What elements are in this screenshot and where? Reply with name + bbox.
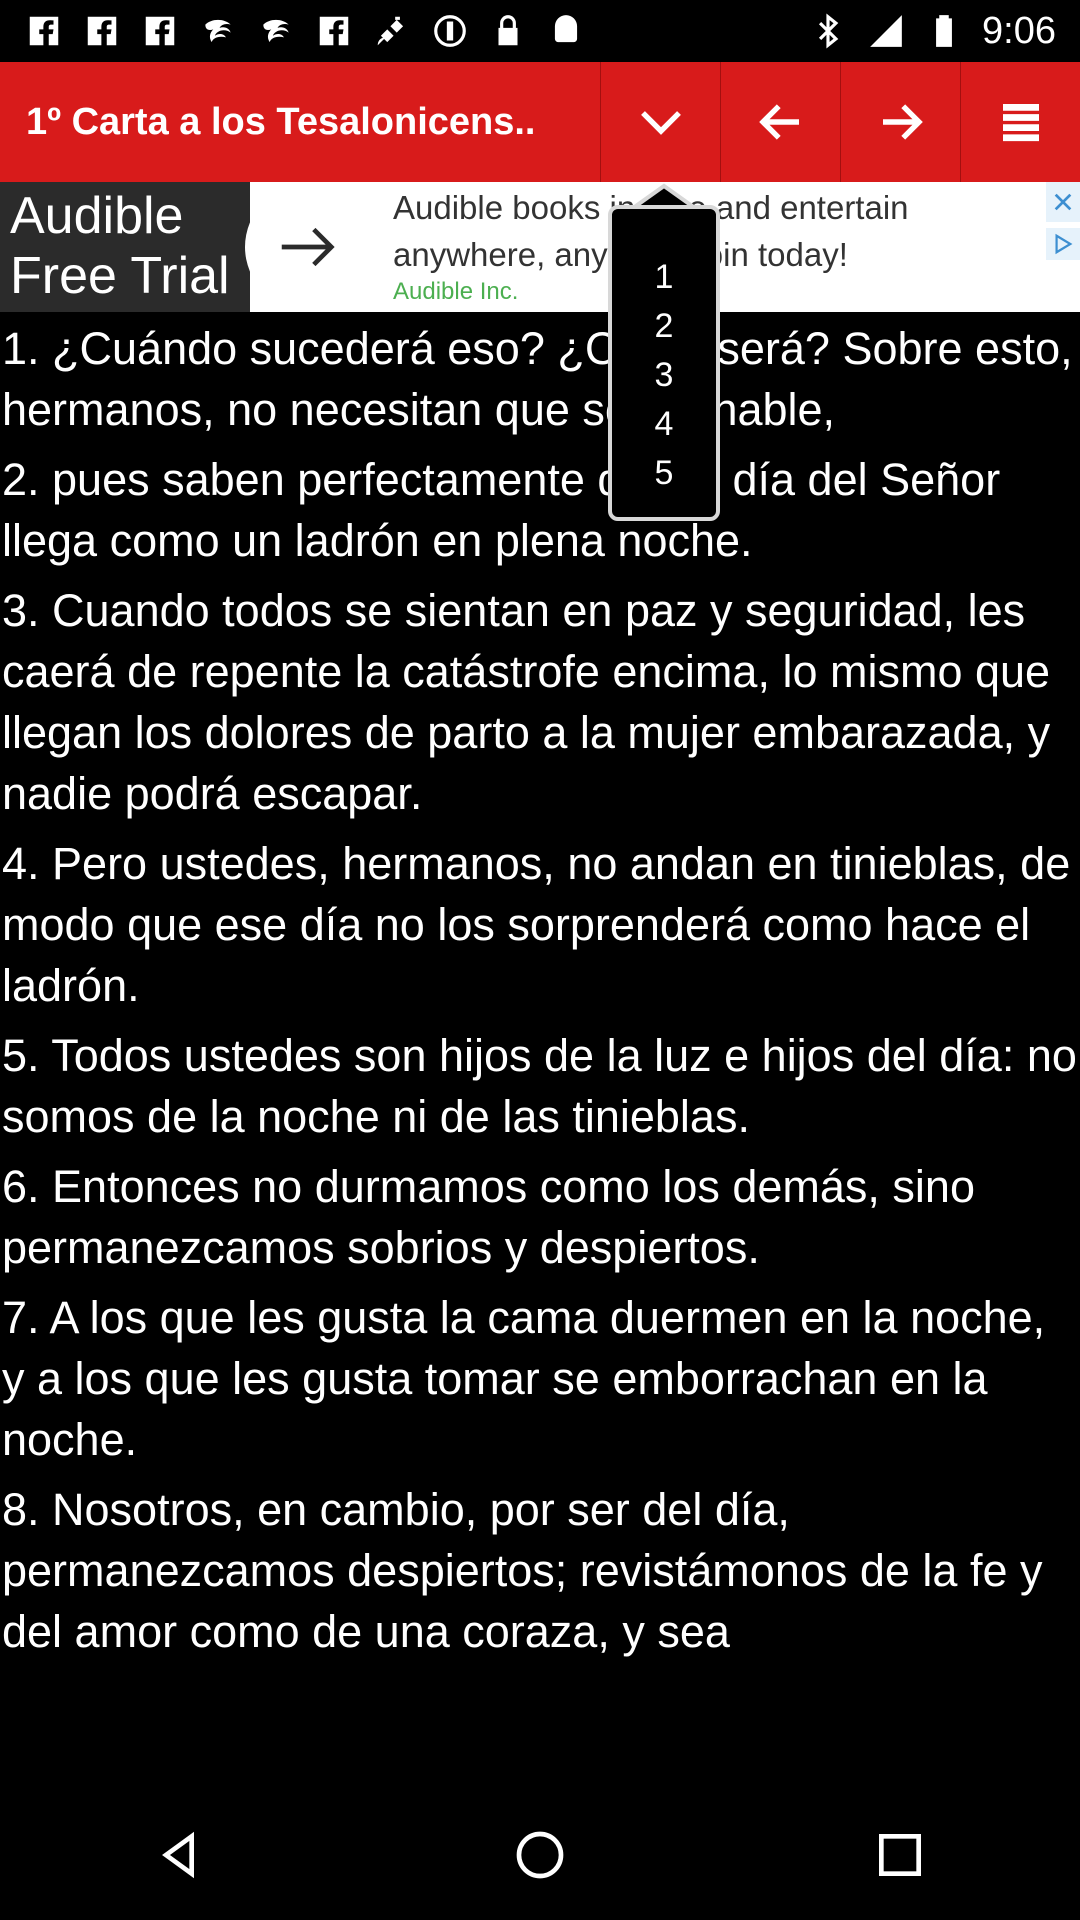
facebook-icon	[24, 11, 64, 51]
arrow-right-icon	[281, 227, 335, 267]
next-chapter-button[interactable]	[840, 62, 960, 182]
navigation-bar	[0, 1790, 1080, 1920]
arrow-right-icon	[882, 104, 923, 140]
ad-choices-icon	[1055, 233, 1073, 255]
close-icon	[1054, 193, 1072, 211]
system-status: 9:06	[808, 10, 1056, 53]
verse[interactable]: 8. Nosotros, en cambio, por ser del día,…	[0, 1479, 1080, 1662]
chapter-option-4[interactable]: 4	[612, 400, 716, 449]
verse[interactable]: 2. pues saben perfectamente que el día d…	[0, 449, 1080, 571]
verse[interactable]: 6. Entonces no durmamos como los demás, …	[0, 1156, 1080, 1278]
chevron-down-icon	[640, 111, 681, 135]
home-icon	[516, 1831, 564, 1879]
clock: 9:06	[982, 9, 1056, 52]
chapter-dropdown: 1 2 3 4 5	[608, 205, 720, 521]
logo-icon	[256, 11, 296, 51]
logo-icon	[198, 11, 238, 51]
ad-close-button[interactable]	[1046, 182, 1080, 222]
home-button[interactable]	[480, 1795, 600, 1915]
satellite-icon	[372, 11, 412, 51]
verse[interactable]: 7. A los que les gusta la cama duermen e…	[0, 1287, 1080, 1470]
ad-left-title: Audible Free Trial	[10, 187, 230, 305]
ad-left-panel[interactable]: Audible Free Trial	[0, 182, 250, 312]
chapter-option-5[interactable]: 5	[612, 449, 716, 498]
app-bar: 1º Carta a los Tesalonicens..	[0, 62, 1080, 182]
facebook-icon	[314, 11, 354, 51]
bluetooth-icon	[808, 11, 848, 51]
chapter-option-1[interactable]: 1	[612, 253, 716, 302]
back-button[interactable]	[120, 1795, 240, 1915]
recents-button[interactable]	[840, 1795, 960, 1915]
status-bar: 9:06	[0, 0, 1080, 62]
verse[interactable]: 4. Pero ustedes, hermanos, no andan en t…	[0, 833, 1080, 1016]
lock-icon	[488, 11, 528, 51]
ad-banner[interactable]: Audible Free Trial Audible books inspire…	[0, 182, 1080, 312]
chapter-option-2[interactable]: 2	[612, 302, 716, 351]
ad-open-button[interactable]	[245, 184, 371, 310]
verse[interactable]: 3. Cuando todos se sientan en paz y segu…	[0, 580, 1080, 824]
android-icon	[546, 11, 586, 51]
battery-icon	[924, 11, 964, 51]
circle-icon	[430, 11, 470, 51]
book-title[interactable]: 1º Carta a los Tesalonicens..	[0, 62, 600, 182]
facebook-icon	[82, 11, 122, 51]
ad-advertiser: Audible Inc.	[393, 278, 519, 305]
arrow-left-icon	[758, 104, 799, 140]
notification-icons	[24, 11, 586, 51]
signal-icon	[866, 11, 906, 51]
verse[interactable]: 1. ¿Cuándo sucederá eso? ¿Cómo será? Sob…	[0, 318, 1080, 440]
chapter-option-3[interactable]: 3	[612, 351, 716, 400]
verse[interactable]: 5. Todos ustedes son hijos de la luz e h…	[0, 1025, 1080, 1147]
ad-choices-button[interactable]	[1046, 228, 1080, 260]
menu-button[interactable]	[960, 62, 1080, 182]
verse-list[interactable]: 1. ¿Cuándo sucederá eso? ¿Cómo será? Sob…	[0, 318, 1080, 1790]
chapter-dropdown-button[interactable]	[600, 62, 720, 182]
menu-icon	[1002, 104, 1039, 142]
back-icon	[162, 1831, 194, 1879]
facebook-icon	[140, 11, 180, 51]
previous-chapter-button[interactable]	[720, 62, 840, 182]
recents-icon	[879, 1834, 921, 1876]
